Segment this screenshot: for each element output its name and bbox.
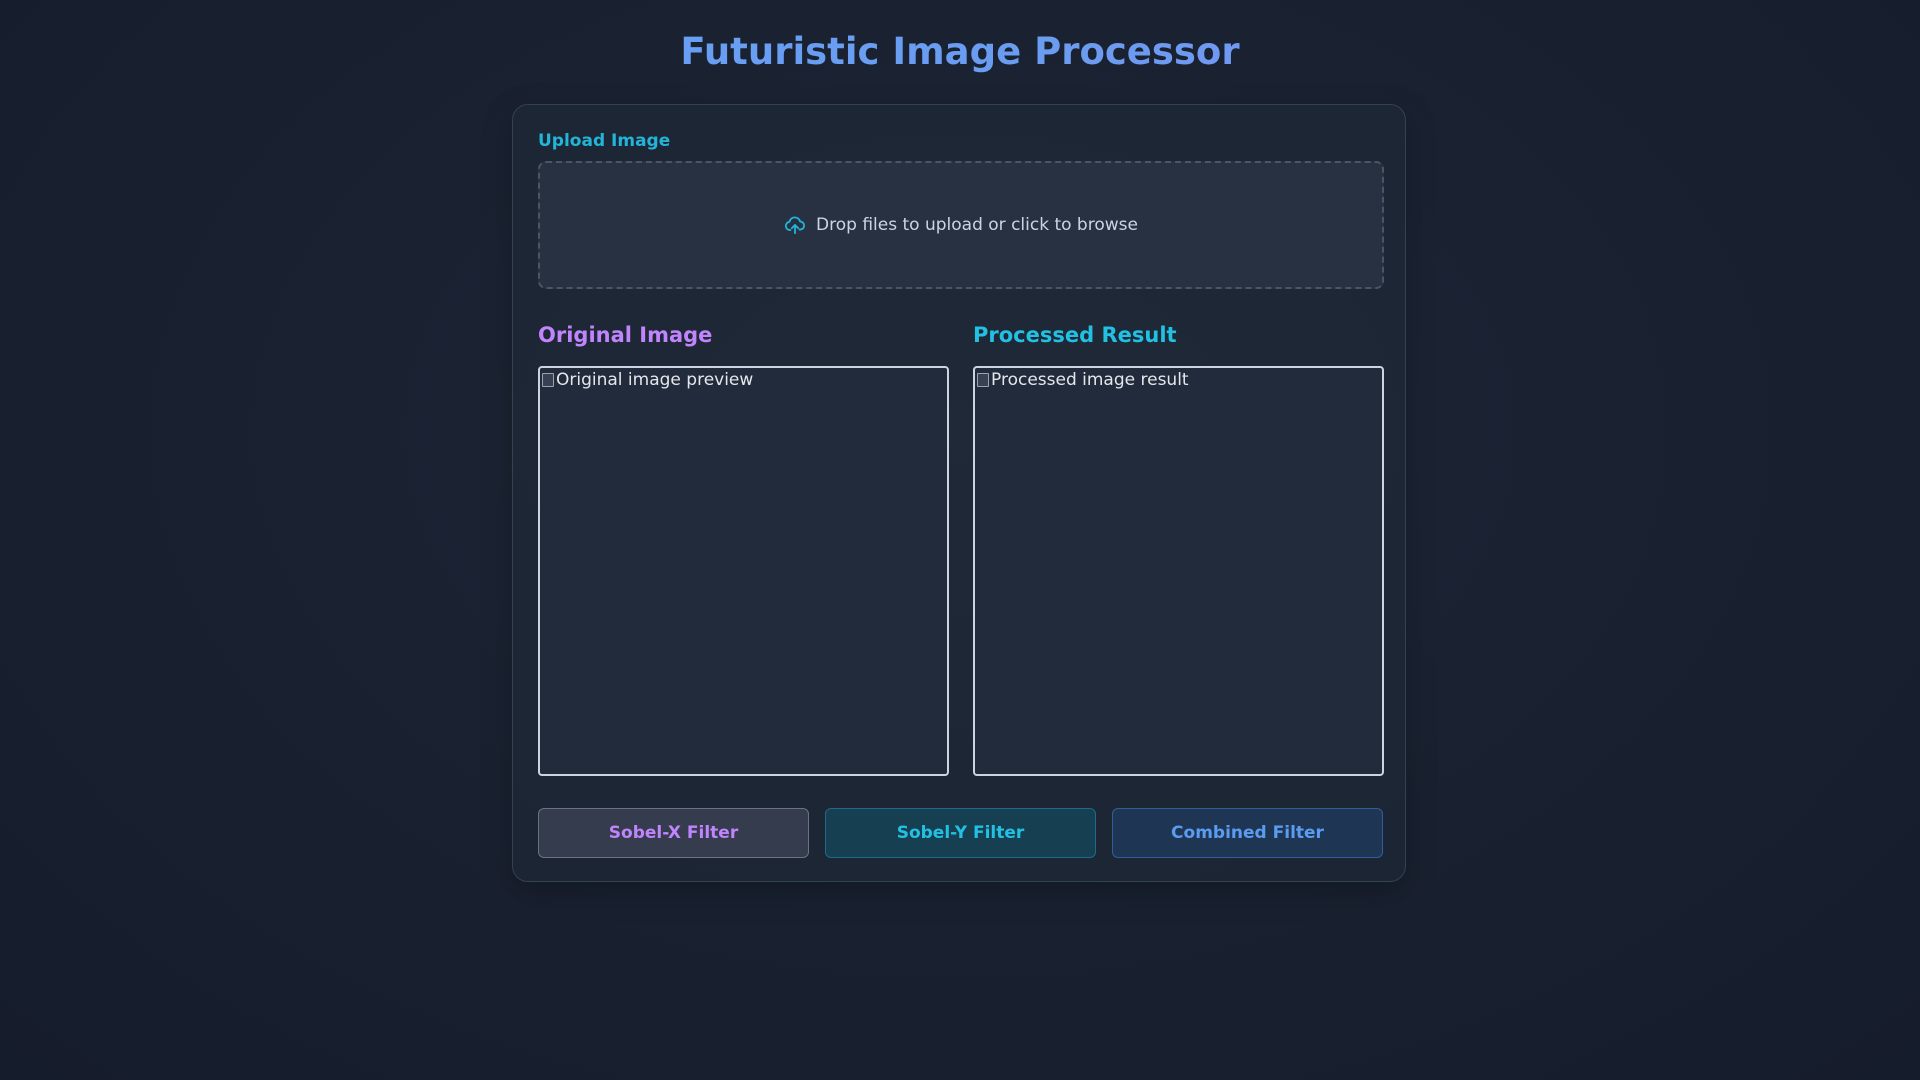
processed-image-alt-text: Processed image result: [991, 370, 1189, 390]
processed-image-preview: Processed image result: [973, 366, 1384, 776]
original-image-preview: Original image preview: [538, 366, 949, 776]
original-image-alt-text: Original image preview: [556, 370, 754, 390]
combined-filter-button[interactable]: Combined Filter: [1112, 808, 1383, 858]
upload-label: Upload Image: [538, 131, 671, 151]
processed-result-heading: Processed Result: [973, 323, 1177, 347]
page-title: Futuristic Image Processor: [0, 28, 1920, 76]
sobel-y-filter-button[interactable]: Sobel-Y Filter: [825, 808, 1096, 858]
sobel-x-filter-button[interactable]: Sobel-X Filter: [538, 808, 809, 858]
dropzone-text: Drop files to upload or click to browse: [816, 215, 1138, 235]
original-image-heading: Original Image: [538, 323, 713, 347]
cloud-upload-icon: [784, 214, 806, 236]
upload-dropzone[interactable]: Drop files to upload or click to browse: [538, 161, 1384, 289]
processor-panel: Upload Image Drop files to upload or cli…: [512, 104, 1406, 882]
broken-image-icon: [542, 373, 554, 387]
broken-image-icon: [977, 373, 989, 387]
original-image-placeholder: Original image preview: [542, 370, 753, 390]
processed-image-placeholder: Processed image result: [977, 370, 1189, 390]
